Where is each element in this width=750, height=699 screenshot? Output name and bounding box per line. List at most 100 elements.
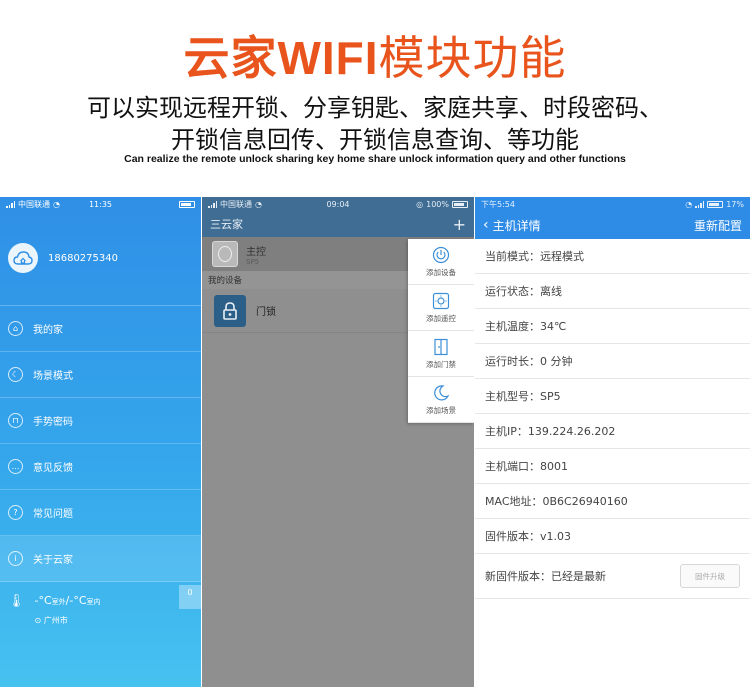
firmware-upgrade-button[interactable]: 固件升级	[680, 564, 740, 588]
menu-item-faq[interactable]: ? 常见问题	[0, 490, 201, 536]
menu-label: 我的家	[33, 325, 63, 336]
hero-title-cn1: 云家	[183, 31, 278, 85]
corner-tile[interactable]: 0	[179, 585, 201, 609]
battery-icon	[707, 200, 724, 208]
location-icon: ◎	[416, 199, 424, 209]
reconfigure-button[interactable]: 重新配置	[694, 217, 742, 234]
menu-item-gesture-password[interactable]: ⊓ 手势密码	[0, 398, 201, 444]
wifi-icon: ◔	[685, 199, 693, 209]
dropdown-label: 添加门禁	[426, 359, 456, 369]
menu-item-feedback[interactable]: … 意见反馈	[0, 444, 201, 490]
dropdown-item-add-device[interactable]: 添加设备	[408, 239, 474, 285]
info-icon: i	[8, 551, 23, 566]
detail-row-model: 主机型号：SP5	[475, 379, 750, 414]
back-button[interactable]: ‹ 主机详情	[483, 217, 541, 234]
dropdown-label: 添加场景	[426, 405, 456, 415]
signal-icon	[208, 200, 217, 208]
menu-screen: 中国联通 ◔ 11:35 18680275340 ⌂ 我的家 ☾ 场景模式 ⊓ 手势密码…	[0, 197, 201, 687]
menu-label: 常见问题	[33, 509, 73, 520]
detail-text: 固件版本：v1.03	[485, 530, 572, 543]
indoor-label: 室内	[86, 598, 101, 606]
user-phone: 18680275340	[48, 252, 118, 264]
lock-icon	[214, 294, 246, 327]
status-bar: 下午5:54 ◔ 17%	[475, 197, 750, 211]
nav-bar: 三云家 +	[202, 211, 474, 237]
top-bar: 中国联通 ◔ 09:04 ◎ 100% 三云家 +	[202, 197, 474, 237]
battery-percent: 17%	[726, 199, 744, 209]
menu-label: 关于云家	[33, 555, 73, 566]
menu-label: 场景模式	[33, 371, 73, 382]
menu-label: 意见反馈	[33, 463, 73, 474]
detail-text: 新固件版本：已经是最新	[485, 570, 606, 583]
home-icon: ⌂	[8, 321, 23, 336]
temp-outdoor: -°C	[34, 594, 52, 607]
moon-icon: ☾	[8, 367, 23, 382]
host-name: 主控	[246, 246, 266, 258]
location-pin-icon: ⊙	[34, 616, 42, 625]
status-bar: 中国联通 ◔ 11:35	[0, 197, 201, 211]
feature-line-1: 可以实现远程开锁、分享钥匙、家庭共享、时段密码、	[87, 94, 663, 122]
dropdown-label: 添加遥控	[426, 313, 456, 323]
hero-title: 云家WIFI模块功能	[0, 22, 750, 88]
cloud-home-icon	[8, 243, 38, 273]
detail-row-ip: 主机IP：139.224.26.202	[475, 414, 750, 449]
nav-bar: ‹ 主机详情 重新配置	[475, 211, 750, 239]
door-icon	[432, 338, 450, 356]
carrier-label: 中国联通	[18, 199, 50, 209]
nav-title: 主机详情	[492, 218, 541, 233]
dropdown-label: 添加设备	[426, 267, 456, 277]
hero-title-cn2: 模块功能	[378, 31, 567, 85]
detail-text: 主机IP：139.224.26.202	[485, 425, 616, 438]
menu-label: 手势密码	[33, 417, 73, 428]
feedback-icon: …	[8, 459, 23, 474]
menu-item-my-home[interactable]: ⌂ 我的家	[0, 306, 201, 352]
hero-title-latin: WIFI	[277, 32, 379, 84]
signal-icon	[6, 200, 15, 208]
add-button[interactable]: +	[453, 215, 466, 234]
wifi-icon: ◔	[53, 199, 60, 209]
status-bar: 中国联通 ◔ 09:04 ◎ 100%	[202, 197, 474, 211]
detail-row-port: 主机端口：8001	[475, 449, 750, 484]
battery-icon	[179, 200, 195, 208]
menu-title-button[interactable]: 三云家	[210, 216, 243, 232]
outdoor-label: 室外	[51, 598, 66, 606]
device-name: 门锁	[256, 307, 276, 318]
menu-item-scene-mode[interactable]: ☾ 场景模式	[0, 352, 201, 398]
detail-text: 运行状态：离线	[485, 285, 562, 298]
lock-icon: ⊓	[8, 413, 23, 428]
power-icon	[432, 246, 450, 264]
host-model: SP5	[246, 257, 260, 266]
device-list-screen: 中国联通 ◔ 09:04 ◎ 100% 三云家 + 主控 SP5 我的设备 门锁 添…	[202, 197, 474, 687]
feature-line-2: 开锁信息回传、开锁信息查询、等功能	[171, 126, 579, 154]
city-label: 广州市	[43, 616, 68, 625]
detail-row-mode: 当前模式：远程模式	[475, 239, 750, 274]
detail-row-runtime: 运行时长：0 分钟	[475, 344, 750, 379]
weather-widget: 🌡︎ -°C室外/-°C室内 ⊙ 广州市	[0, 582, 201, 626]
battery-percent: 100%	[426, 199, 449, 209]
wifi-icon: ◔	[255, 199, 262, 209]
weather-temps: -°C室外/-°C室内	[35, 594, 101, 607]
dropdown-item-add-access[interactable]: 添加门禁	[408, 331, 474, 377]
menu-item-about[interactable]: i 关于云家	[0, 536, 201, 582]
detail-row-firmware: 固件版本：v1.03	[475, 519, 750, 554]
dropdown-item-add-remote[interactable]: 添加遥控	[408, 285, 474, 331]
status-time: 下午5:54	[481, 199, 515, 209]
user-profile-row[interactable]: 18680275340	[0, 211, 201, 306]
moon-icon	[432, 384, 450, 402]
detail-text: 主机温度：34℃	[485, 320, 567, 333]
detail-text: 主机型号：SP5	[485, 390, 561, 403]
top-bar: 下午5:54 ◔ 17% ‹ 主机详情 重新配置	[475, 197, 750, 239]
chevron-left-icon: ‹	[483, 217, 489, 233]
detail-text: MAC地址：0B6C26940160	[485, 495, 628, 508]
dropdown-item-add-scene[interactable]: 添加场景	[408, 377, 474, 423]
temp-indoor: -°C	[69, 594, 87, 607]
host-device-icon	[212, 241, 238, 267]
signal-icon	[695, 200, 705, 208]
remote-icon	[432, 292, 450, 310]
detail-text: 主机端口：8001	[485, 460, 568, 473]
host-detail-screen: 下午5:54 ◔ 17% ‹ 主机详情 重新配置 当前模式：远程模式 运行状态：离线…	[475, 197, 750, 687]
detail-text: 运行时长：0 分钟	[485, 355, 573, 368]
detail-row-new-firmware: 新固件版本：已经是最新 固件升级	[475, 554, 750, 599]
detail-text: 当前模式：远程模式	[485, 250, 584, 263]
detail-row-status: 运行状态：离线	[475, 274, 750, 309]
